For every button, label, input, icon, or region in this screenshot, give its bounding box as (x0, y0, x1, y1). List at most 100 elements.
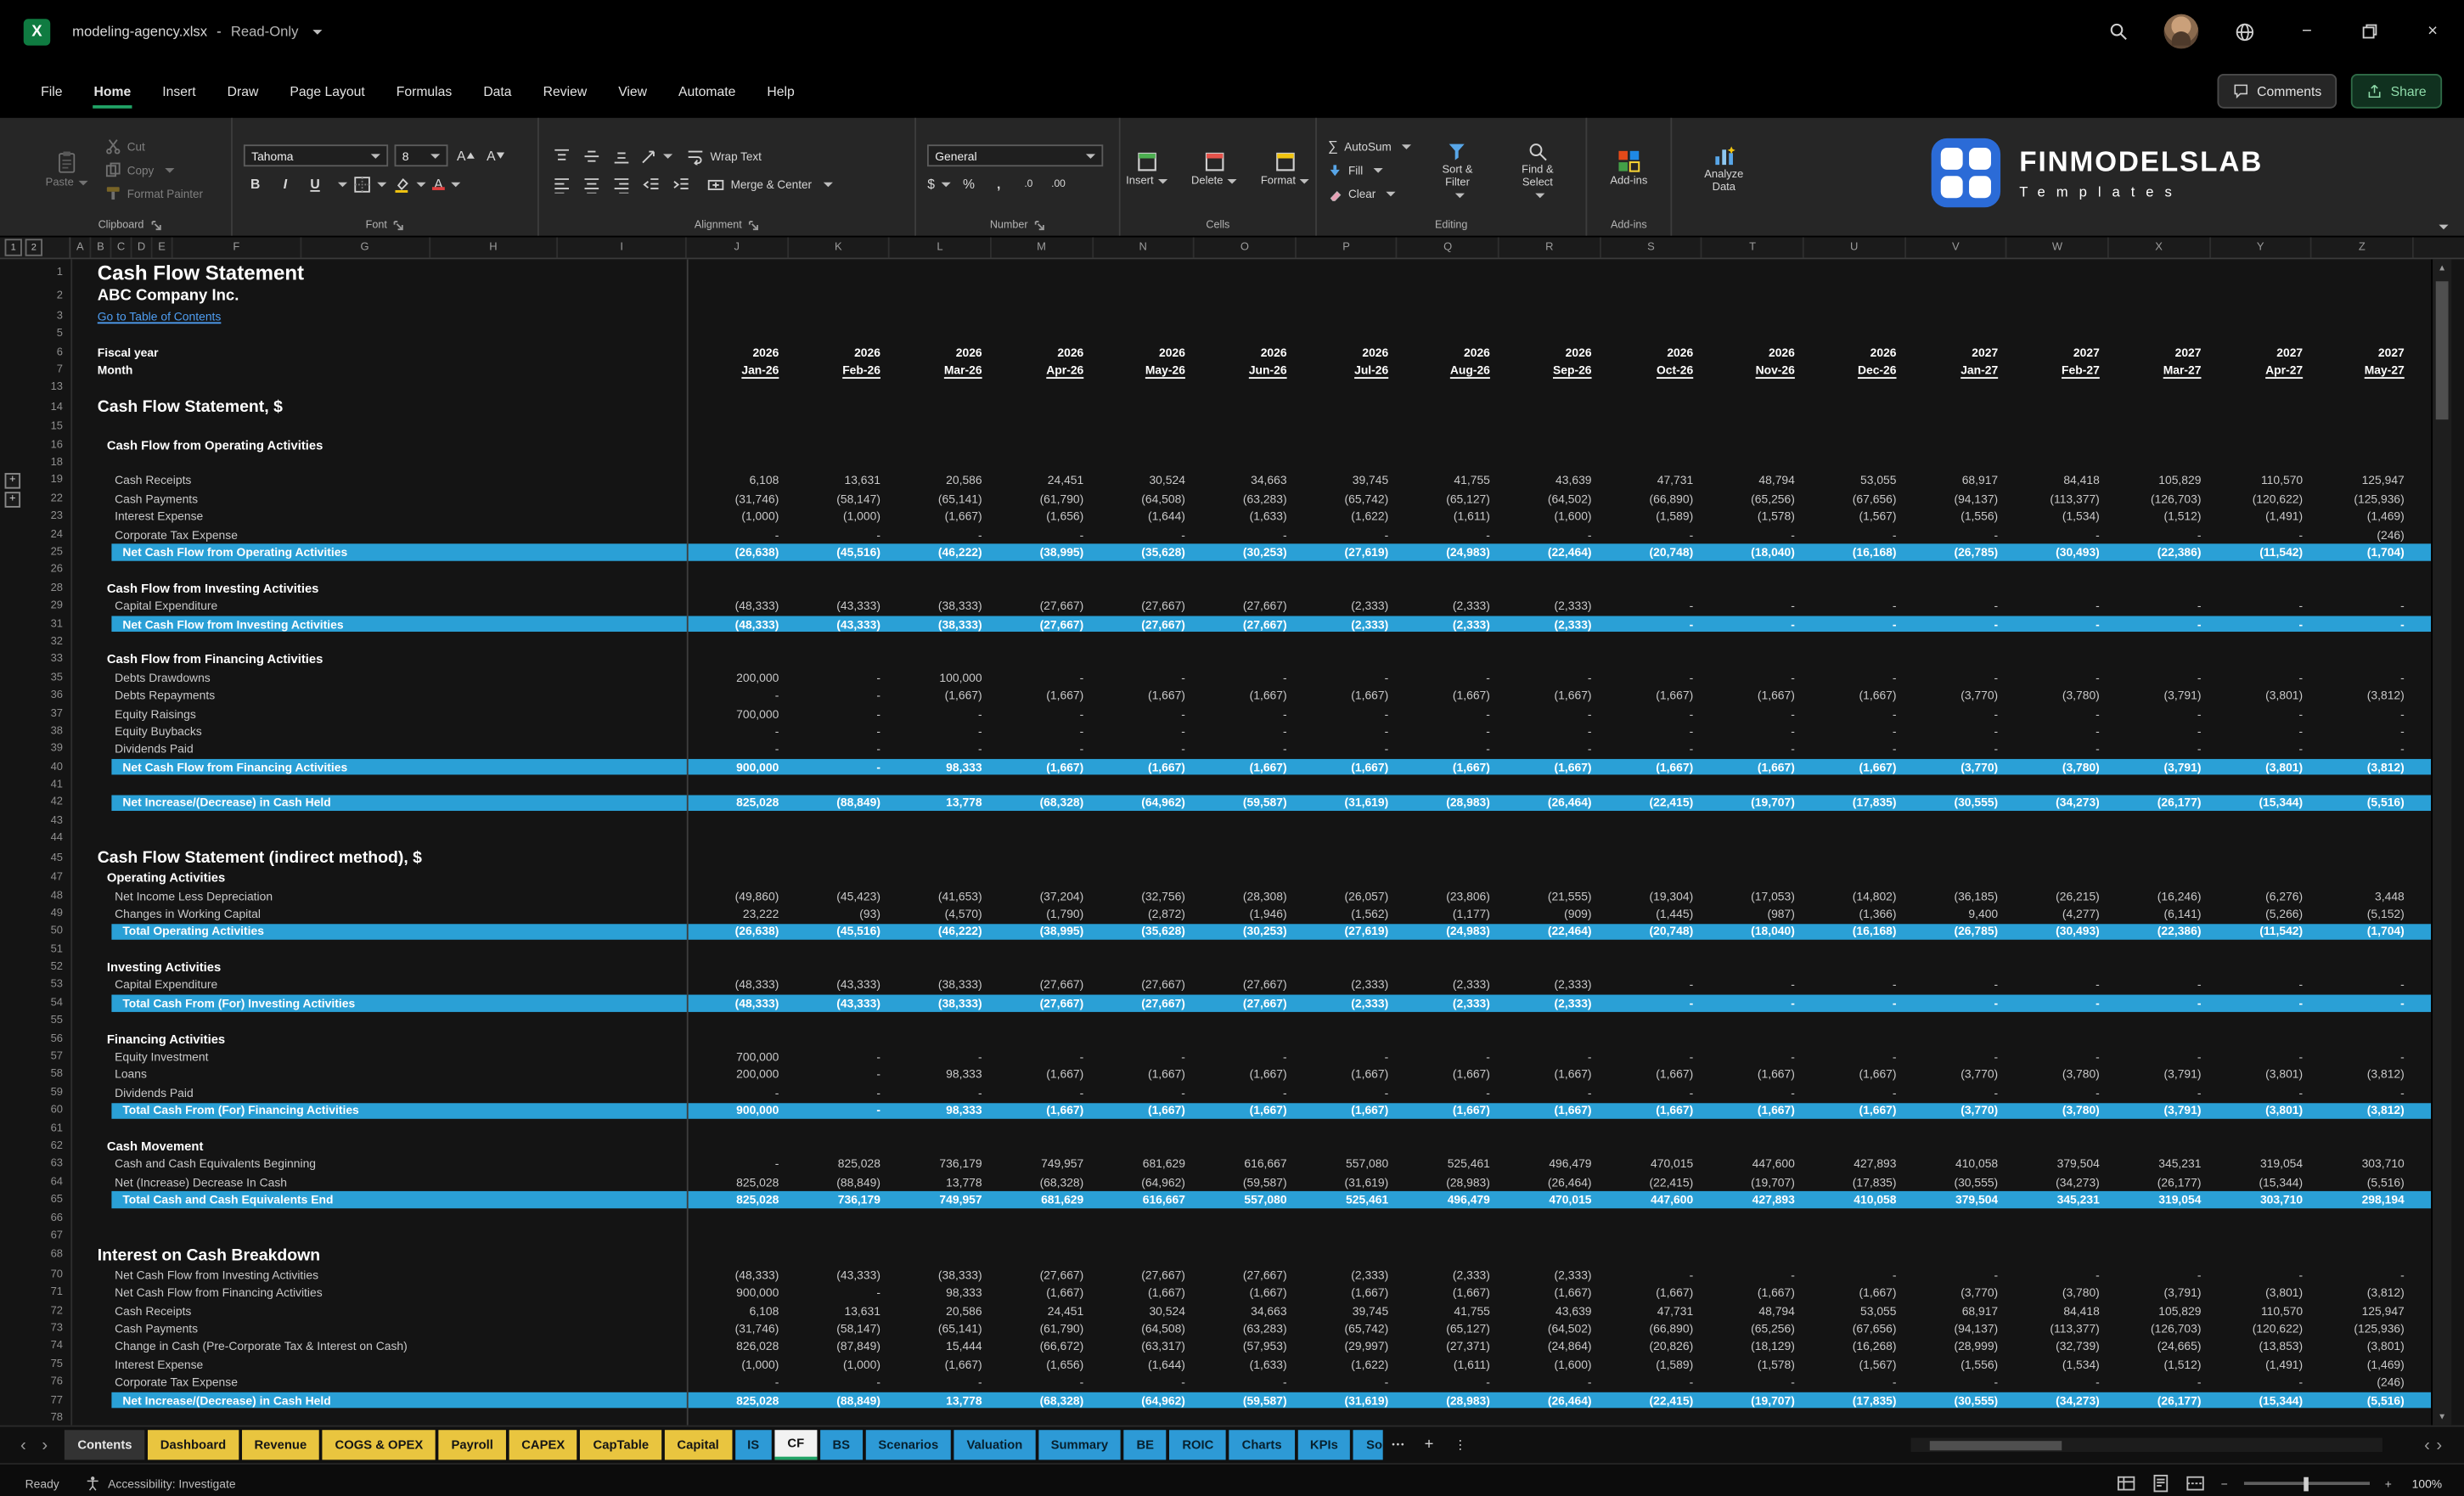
data-cell[interactable]: - (2109, 1048, 2211, 1066)
data-cell[interactable]: - (1601, 976, 1703, 994)
data-cell[interactable]: 20,586 (890, 472, 992, 490)
row-header-48[interactable]: 48 (35, 886, 71, 904)
data-cell[interactable]: - (1804, 976, 1906, 994)
data-cell[interactable]: (23,806) (1398, 886, 1499, 904)
row-header-57[interactable]: 57 (35, 1048, 71, 1066)
sheet-tab-scenarios[interactable]: Scenarios (866, 1430, 951, 1459)
data-cell[interactable]: - (1297, 1374, 1398, 1392)
row-label-cell[interactable]: Interest Expense (70, 1355, 687, 1373)
data-cell[interactable]: (63,283) (1195, 1319, 1297, 1337)
close-button[interactable]: × (2401, 0, 2464, 63)
data-cell[interactable]: (1,667) (1297, 758, 1398, 776)
data-cell[interactable]: - (1702, 669, 1804, 687)
data-cell[interactable]: - (788, 740, 890, 758)
data-cell[interactable]: (31,619) (1297, 794, 1398, 812)
row-label-cell[interactable]: Interest Expense (70, 508, 687, 526)
data-cell[interactable]: (2,333) (1499, 976, 1601, 994)
data-cell[interactable]: 68,917 (1906, 472, 2008, 490)
data-cell[interactable]: (88,849) (788, 1173, 890, 1191)
data-cell[interactable]: 825,028 (788, 1156, 890, 1173)
data-cell[interactable]: (2,333) (1499, 597, 1601, 615)
data-cell[interactable]: (1,667) (1601, 1066, 1703, 1083)
data-cell[interactable]: 13,631 (788, 472, 890, 490)
data-cell[interactable]: (1,667) (992, 1101, 1094, 1119)
data-cell[interactable]: 125,947 (2312, 472, 2414, 490)
data-cell[interactable]: - (1601, 1266, 1703, 1284)
row-header-70[interactable]: 70 (35, 1266, 71, 1284)
data-cell[interactable]: (17,835) (1804, 794, 1906, 812)
data-cell[interactable]: (67,656) (1804, 1319, 1906, 1337)
title-chevron-down-icon[interactable] (312, 29, 322, 34)
data-cell[interactable]: 379,504 (1906, 1191, 2008, 1209)
row-label-cell[interactable]: Interest on Cash Breakdown (70, 1245, 687, 1266)
horizontal-scrollbar[interactable] (1911, 1437, 2382, 1452)
data-cell[interactable]: May-27 (2312, 361, 2414, 379)
data-cell[interactable]: 681,629 (1093, 1156, 1195, 1173)
row-header-41[interactable]: 41 (35, 776, 71, 794)
menu-data[interactable]: Data (468, 70, 527, 110)
data-cell[interactable]: - (788, 687, 890, 705)
data-cell[interactable]: - (1702, 1048, 1804, 1066)
data-cell[interactable]: 84,418 (2007, 1302, 2109, 1319)
data-cell[interactable]: (909) (1499, 905, 1601, 923)
row-header-68[interactable]: 68 (35, 1245, 71, 1266)
row-header-43[interactable]: 43 (35, 812, 71, 830)
data-cell[interactable]: (3,801) (2312, 1337, 2414, 1355)
data-cell[interactable]: (28,983) (1398, 794, 1499, 812)
column-header-J[interactable]: J (687, 237, 789, 257)
data-cell[interactable]: (27,667) (1195, 994, 1297, 1012)
data-cell[interactable]: (1,667) (1093, 1284, 1195, 1302)
data-cell[interactable]: (68,328) (992, 1392, 1094, 1409)
copy-button[interactable]: Copy (105, 160, 203, 180)
data-cell[interactable]: 98,333 (890, 1284, 992, 1302)
font-dialog-launcher-icon[interactable] (393, 219, 404, 230)
horizontal-scrollbar-thumb[interactable] (1930, 1440, 2062, 1449)
data-cell[interactable]: - (1601, 1083, 1703, 1101)
data-cell[interactable]: 2026 (1093, 343, 1195, 361)
data-cell[interactable]: - (687, 1156, 789, 1173)
scroll-up-icon[interactable]: ▲ (2433, 259, 2451, 276)
find-select-button[interactable]: Find & Select (1503, 141, 1572, 198)
column-header-F[interactable]: F (173, 237, 301, 257)
data-cell[interactable]: 2026 (1804, 343, 1906, 361)
row-header-56[interactable]: 56 (35, 1030, 71, 1048)
data-cell[interactable]: (120,622) (2211, 1319, 2313, 1337)
data-cell[interactable]: (1,667) (1398, 1066, 1499, 1083)
currency-format-button[interactable]: $ (927, 173, 951, 195)
data-cell[interactable]: (3,780) (2007, 1066, 2109, 1083)
data-cell[interactable]: - (2312, 669, 2414, 687)
data-cell[interactable]: 410,058 (1906, 1156, 2008, 1173)
data-cell[interactable]: (28,983) (1398, 1392, 1499, 1409)
data-cell[interactable]: (1,667) (1702, 758, 1804, 776)
data-cell[interactable]: 13,778 (890, 1392, 992, 1409)
data-cell[interactable]: 900,000 (687, 758, 789, 776)
data-cell[interactable]: (22,415) (1601, 1392, 1703, 1409)
globe-icon[interactable] (2213, 0, 2276, 63)
data-cell[interactable]: (2,333) (1297, 1266, 1398, 1284)
tab-scroll-left-icon[interactable]: ‹ (13, 1436, 34, 1454)
data-cell[interactable]: - (1398, 1048, 1499, 1066)
sheet-tab-cf[interactable]: CF (775, 1430, 817, 1459)
data-cell[interactable]: (27,619) (1297, 543, 1398, 561)
data-cell[interactable]: 2026 (1702, 343, 1804, 361)
data-cell[interactable]: - (1297, 740, 1398, 758)
insert-cells-button[interactable]: Insert (1120, 151, 1174, 189)
data-cell[interactable]: 379,504 (2007, 1156, 2109, 1173)
data-cell[interactable]: - (1906, 597, 2008, 615)
data-cell[interactable]: 410,058 (1804, 1191, 1906, 1209)
alignment-dialog-launcher-icon[interactable] (748, 219, 759, 230)
data-cell[interactable]: - (2007, 615, 2109, 633)
row-header-42[interactable]: 42 (35, 794, 71, 812)
data-cell[interactable]: (1,578) (1702, 1355, 1804, 1373)
data-cell[interactable]: - (890, 705, 992, 723)
data-cell[interactable]: 2027 (2211, 343, 2313, 361)
row-label-cell[interactable]: Net Cash Flow from Financing Activities (70, 1284, 687, 1302)
row-label-cell[interactable]: Corporate Tax Expense (70, 1374, 687, 1392)
data-cell[interactable]: 736,179 (890, 1156, 992, 1173)
data-cell[interactable]: (66,672) (992, 1337, 1094, 1355)
data-cell[interactable]: - (1499, 1083, 1601, 1101)
data-cell[interactable]: (21,555) (1499, 886, 1601, 904)
row-header-63[interactable]: 63 (35, 1156, 71, 1173)
data-cell[interactable]: 2026 (788, 343, 890, 361)
data-cell[interactable]: Jul-26 (1297, 361, 1398, 379)
